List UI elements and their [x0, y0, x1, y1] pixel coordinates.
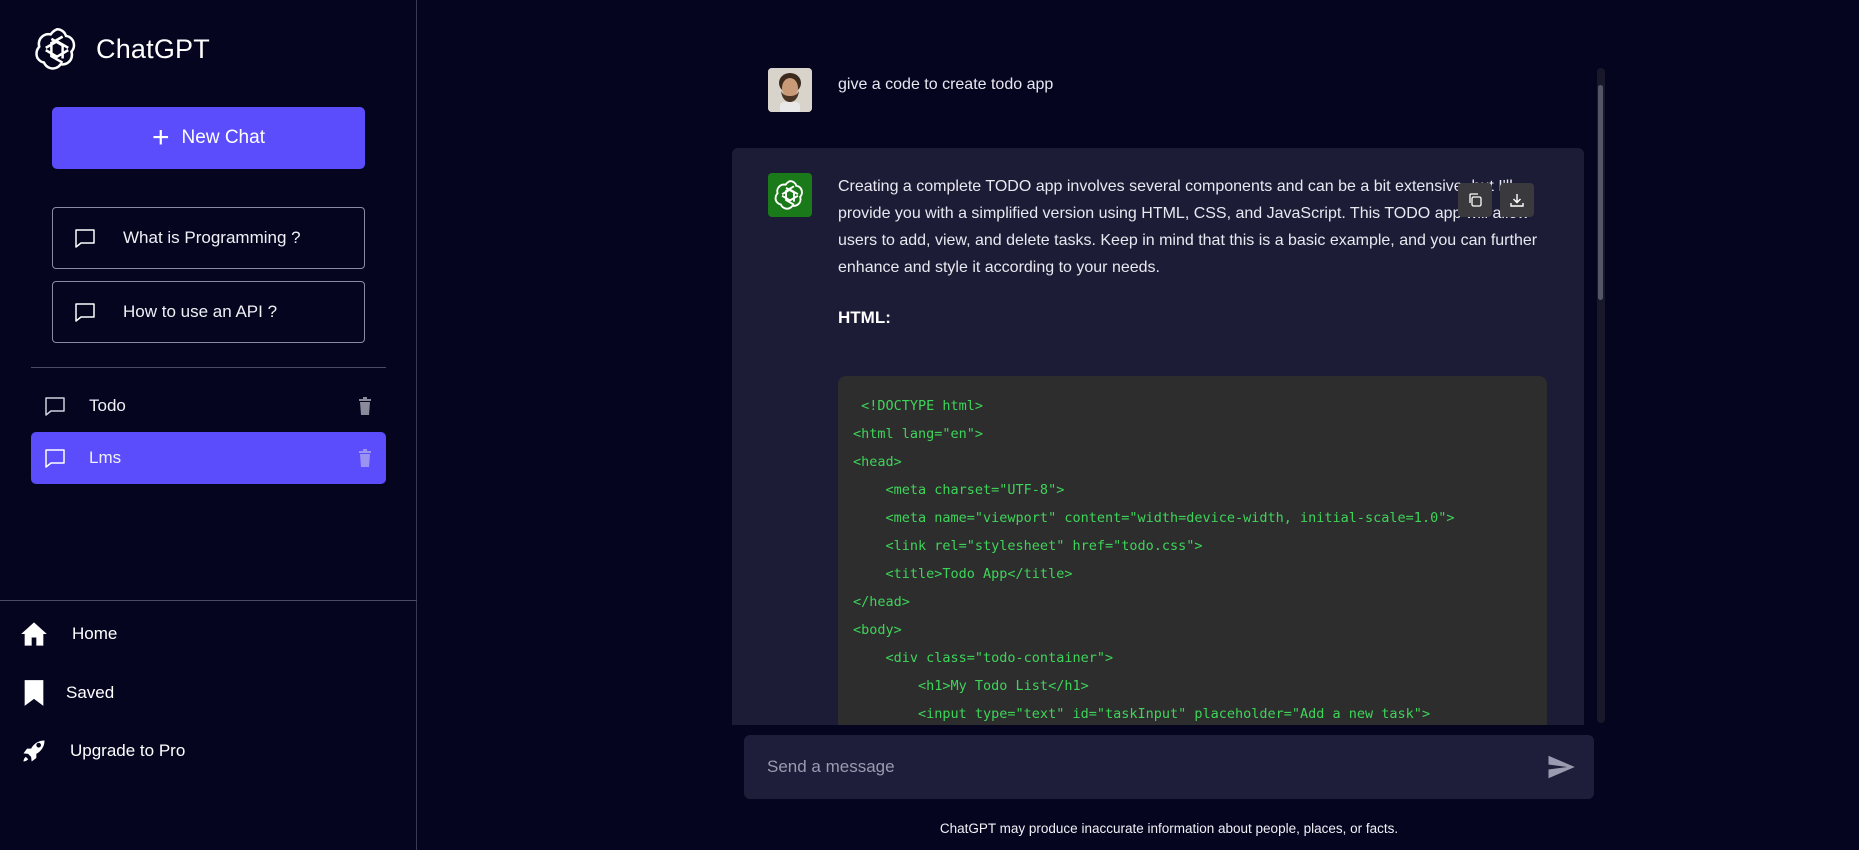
sidebar-divider: [31, 367, 386, 368]
download-icon: [1510, 194, 1524, 207]
user-avatar: [768, 68, 812, 112]
bookmark-icon: [24, 680, 44, 706]
rocket-icon: [23, 740, 45, 762]
code-line: <title>Todo App</title>: [853, 566, 1073, 582]
message-input[interactable]: [767, 757, 1546, 777]
nav-label: Saved: [66, 683, 115, 702]
history-item-todo[interactable]: Todo: [31, 380, 386, 432]
copy-icon: [1469, 193, 1482, 207]
new-chat-label: New Chat: [181, 127, 265, 148]
assistant-message-text: Creating a complete TODO app involves se…: [838, 178, 1538, 276]
chat-bubble-icon: [45, 397, 65, 416]
new-chat-button[interactable]: + New Chat: [52, 107, 365, 169]
assistant-message: Creating a complete TODO app involves se…: [732, 148, 1584, 725]
openai-logo-icon: [35, 27, 76, 70]
nav-saved[interactable]: Saved: [20, 679, 114, 707]
chat-bubble-icon: [75, 303, 95, 322]
send-icon[interactable]: [1546, 752, 1576, 782]
brand-logo[interactable]: ChatGPT: [30, 22, 210, 76]
code-line: <meta name="viewport" content="width=dev…: [853, 510, 1455, 526]
trash-icon[interactable]: [358, 397, 372, 415]
assistant-avatar: [768, 173, 812, 217]
code-line: <!DOCTYPE html>: [853, 398, 984, 414]
suggestion-label: How to use an API ?: [123, 302, 278, 321]
code-line: <input type="text" id="taskInput" placeh…: [853, 706, 1431, 722]
code-line: <h1>My Todo List</h1>: [853, 678, 1089, 694]
sidebar-bottom-divider: [0, 600, 417, 601]
message-composer: [744, 735, 1594, 799]
plus-icon: +: [152, 121, 170, 154]
user-message: give a code to create todo app: [768, 68, 1053, 112]
history-item-label: Todo: [89, 396, 126, 415]
nav-label: Upgrade to Pro: [70, 741, 186, 760]
suggestion-what-is-programming[interactable]: What is Programming ?: [52, 207, 365, 269]
chat-scrollbar-thumb[interactable]: [1598, 85, 1603, 300]
code-block[interactable]: <!DOCTYPE html> <html lang="en"> <head> …: [838, 376, 1547, 725]
trash-icon[interactable]: [358, 449, 372, 467]
chat-bubble-icon: [75, 229, 95, 248]
copy-button[interactable]: [1458, 183, 1492, 217]
code-line: <div class="todo-container">: [853, 650, 1114, 666]
chat-bubble-icon: [45, 449, 65, 468]
code-line: </head>: [853, 594, 910, 610]
chat-thread[interactable]: give a code to create todo app Creating …: [732, 55, 1600, 725]
nav-label: Home: [72, 624, 118, 643]
code-line: <link rel="stylesheet" href="todo.css">: [853, 538, 1203, 554]
openai-logo-icon: [774, 180, 803, 210]
app-root: ChatGPT + New Chat What is Programming ?…: [0, 0, 1859, 850]
download-button[interactable]: [1500, 183, 1534, 217]
suggestion-label: What is Programming ?: [123, 228, 301, 247]
code-line: <body>: [853, 622, 902, 638]
nav-home[interactable]: Home: [20, 620, 117, 648]
nav-upgrade[interactable]: Upgrade to Pro: [20, 737, 185, 765]
user-message-text: give a code to create todo app: [838, 76, 1054, 93]
code-line: <head>: [853, 454, 902, 470]
user-avatar-icon: [768, 68, 812, 112]
brand-name: ChatGPT: [96, 33, 210, 64]
history-item-lms[interactable]: Lms: [31, 432, 386, 484]
code-line: <meta charset="UTF-8">: [853, 482, 1065, 498]
history-item-label: Lms: [89, 448, 122, 467]
code-line: <html lang="en">: [853, 426, 984, 442]
sidebar: ChatGPT + New Chat What is Programming ?…: [0, 0, 417, 850]
code-section-heading: HTML:: [838, 308, 891, 327]
disclaimer-text: ChatGPT may produce inaccurate informati…: [939, 821, 1399, 836]
home-icon: [21, 622, 47, 646]
suggestion-how-to-use-api[interactable]: How to use an API ?: [52, 281, 365, 343]
